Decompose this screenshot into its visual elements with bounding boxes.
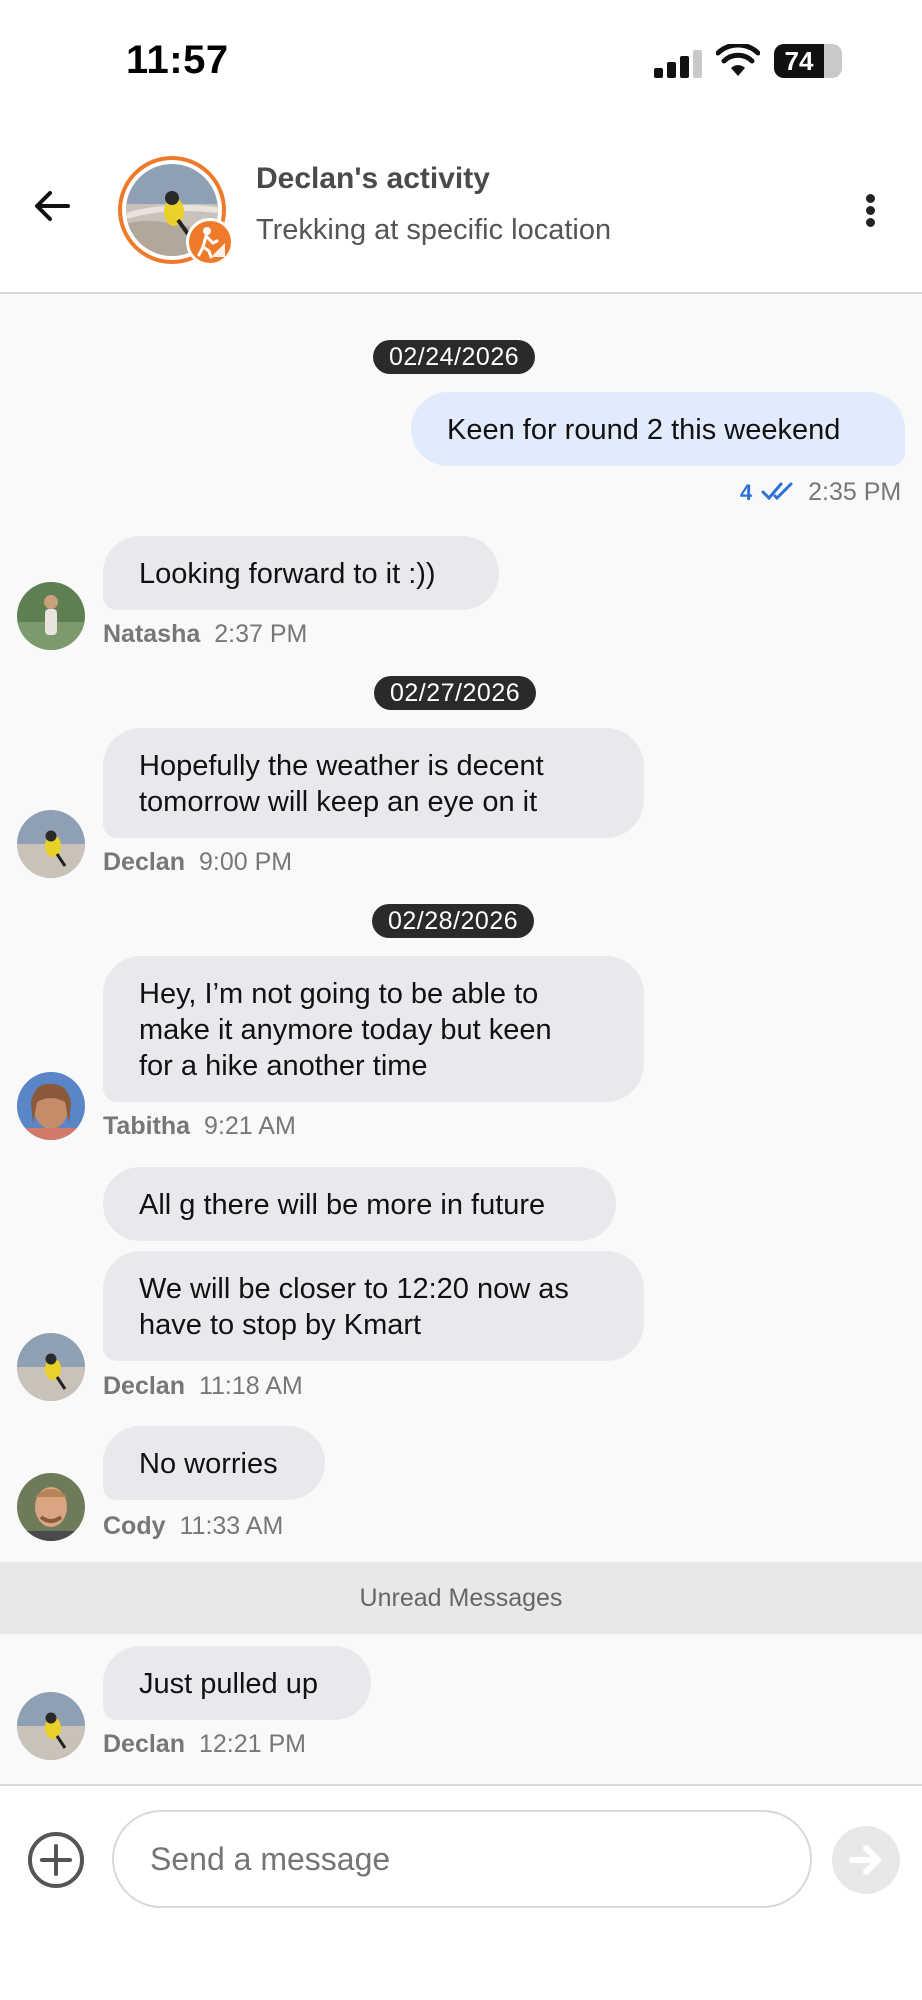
message-text: tomorrow will keep an eye on it (139, 786, 538, 818)
chat-header: Declan's activity Trekking at specific l… (0, 130, 922, 294)
message-bubble[interactable]: Hopefully the weather is decent tomorrow… (103, 728, 644, 838)
chat-title: Declan's activity (256, 162, 490, 195)
message-bubble[interactable]: Just pulled up (103, 1646, 371, 1720)
date-separator: 02/24/2026 (373, 340, 536, 374)
date-separator: 02/27/2026 (374, 676, 537, 710)
message-bubble[interactable]: All g there will be more in future (103, 1167, 616, 1241)
message-meta: Natasha 2:37 PM (103, 620, 307, 649)
chat-subtitle: Trekking at specific location (256, 214, 612, 246)
message-text: All g there will be more in future (139, 1189, 546, 1221)
avatar[interactable] (17, 582, 85, 650)
message-time: 9:00 PM (198, 848, 293, 876)
bird-photo (17, 1692, 85, 1760)
message-bubble[interactable]: We will be closer to 12:20 now as have t… (103, 1251, 644, 1361)
hiker-icon (186, 218, 234, 266)
message-meta: Tabitha 9:21 AM (103, 1112, 296, 1141)
sender-name: Tabitha (103, 1112, 191, 1140)
battery-percent: 74 (784, 46, 814, 76)
natasha-photo (17, 582, 85, 650)
read-count: 4 (740, 480, 753, 505)
message-time: 11:33 AM (179, 1512, 284, 1540)
cody-photo (17, 1473, 85, 1541)
bird-photo (17, 810, 85, 878)
message-composer (0, 1784, 922, 2000)
message-text: make it anymore today but keen (139, 1014, 552, 1046)
message-meta: Cody 11:33 AM (103, 1512, 283, 1541)
avatar[interactable] (17, 1473, 85, 1541)
unread-divider: Unread Messages (0, 1562, 922, 1634)
message-text: No worries (139, 1448, 278, 1480)
send-arrow-icon (849, 1845, 881, 1875)
message-text: for a hike another time (139, 1050, 428, 1082)
message-time: 2:37 PM (214, 620, 308, 648)
message-text: Keen for round 2 this weekend (447, 414, 841, 446)
status-time: 11:57 (126, 38, 229, 82)
message-input[interactable] (112, 1810, 812, 1908)
message-bubble[interactable]: Looking forward to it :)) (103, 536, 499, 610)
date-separator: 02/28/2026 (372, 904, 535, 938)
more-vertical-icon[interactable] (856, 180, 886, 240)
plus-circle-icon[interactable] (26, 1830, 86, 1890)
avatar[interactable] (17, 810, 85, 878)
message-bubble[interactable]: No worries (103, 1426, 325, 1500)
sender-name: Declan (103, 1372, 185, 1400)
avatar[interactable] (17, 1333, 85, 1401)
message-bubble-outgoing[interactable]: Keen for round 2 this weekend (411, 392, 905, 466)
battery-tip (836, 55, 841, 67)
message-meta: Declan 11:18 AM (103, 1372, 303, 1401)
message-time: 9:21 AM (204, 1112, 296, 1140)
wifi-icon (716, 44, 760, 76)
tabitha-photo (17, 1072, 85, 1140)
message-meta: Declan 12:21 PM (103, 1730, 306, 1759)
message-text: We will be closer to 12:20 now as (139, 1273, 569, 1305)
message-bubble[interactable]: Hey, I’m not going to be able to make it… (103, 956, 644, 1102)
message-text: Looking forward to it :)) (139, 558, 436, 590)
double-check-icon (761, 482, 793, 501)
message-time: 11:18 AM (198, 1372, 303, 1400)
avatar[interactable] (17, 1072, 85, 1140)
message-text: Hey, I’m not going to be able to (139, 978, 539, 1010)
sender-name: Declan (103, 848, 185, 876)
message-time: 2:35 PM (808, 478, 902, 506)
arrow-left-icon[interactable] (28, 182, 76, 230)
sender-name: Natasha (103, 620, 201, 648)
send-button[interactable] (832, 1826, 900, 1894)
sender-name: Cody (103, 1512, 166, 1540)
message-meta: Declan 9:00 PM (103, 848, 292, 877)
message-text: have to stop by Kmart (139, 1309, 422, 1341)
sender-name: Declan (103, 1730, 185, 1758)
status-bar: 11:57 74 (0, 0, 922, 130)
message-time: 12:21 PM (198, 1730, 306, 1758)
message-text: Just pulled up (139, 1668, 318, 1700)
bird-photo (17, 1333, 85, 1401)
message-meta: 4 2:35 PM (740, 478, 901, 507)
signal-icon (654, 50, 702, 78)
message-text: Hopefully the weather is decent (139, 750, 544, 782)
avatar[interactable] (17, 1692, 85, 1760)
battery-icon: 74 (774, 44, 842, 78)
